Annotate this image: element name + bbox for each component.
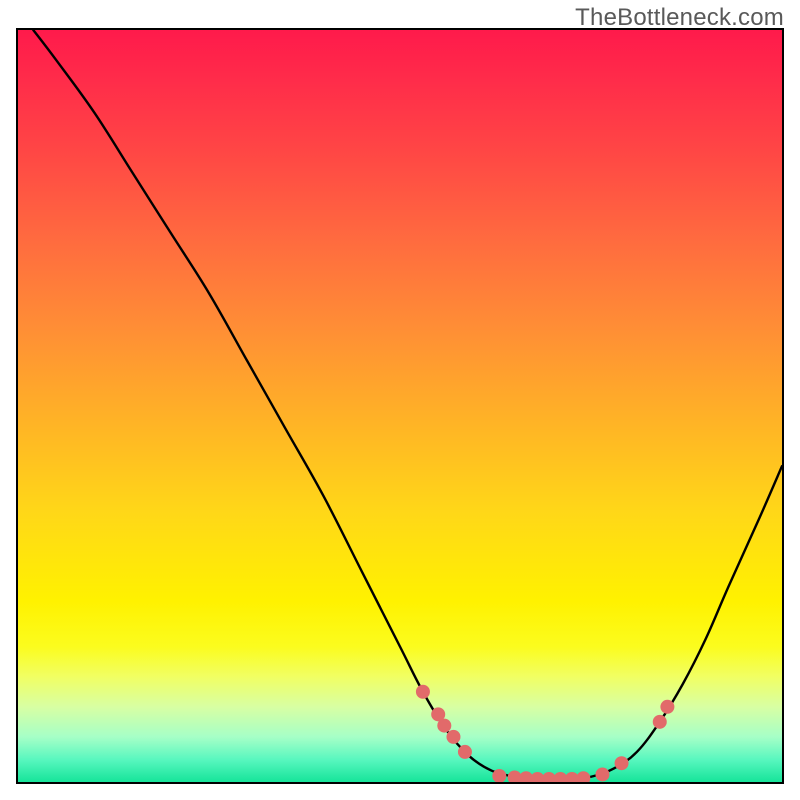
data-marker (446, 730, 460, 744)
marker-group (416, 685, 674, 782)
bottleneck-curve (33, 30, 782, 780)
data-marker (615, 756, 629, 770)
data-marker (416, 685, 430, 699)
plot-svg (18, 30, 782, 782)
data-marker (437, 719, 451, 733)
data-marker (576, 771, 590, 782)
data-marker (458, 745, 472, 759)
chart-stage: TheBottleneck.com (0, 0, 800, 800)
plot-frame (16, 28, 784, 784)
data-marker (595, 767, 609, 781)
data-marker (660, 700, 674, 714)
data-marker (653, 715, 667, 729)
watermark-text: TheBottleneck.com (575, 4, 784, 32)
